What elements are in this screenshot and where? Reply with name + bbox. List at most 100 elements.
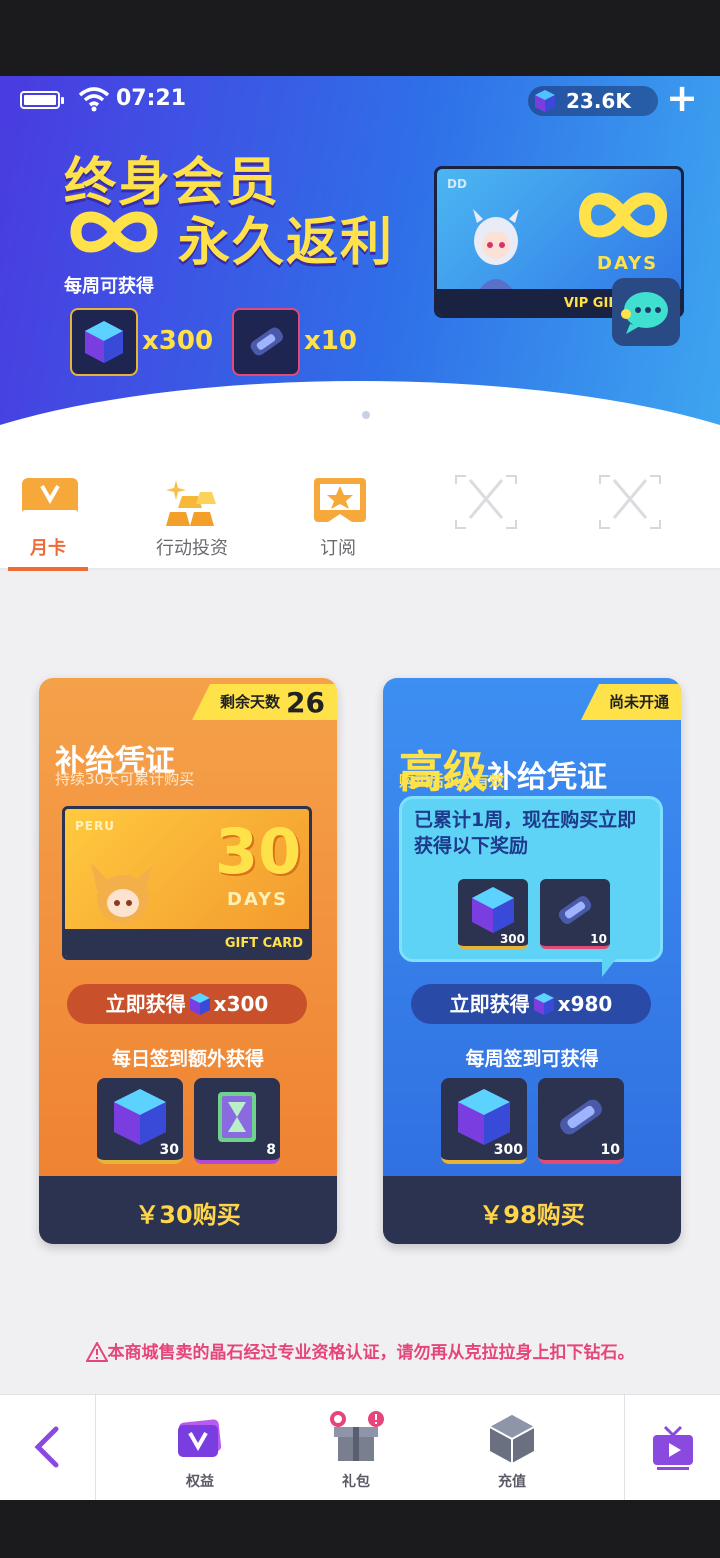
crystal-icon (189, 993, 210, 1015)
vip-benefits-icon (178, 1419, 222, 1457)
gift-card-corner: PERU (75, 819, 115, 833)
ticket-capsule-icon (250, 327, 283, 356)
hourglass-card-icon (218, 1092, 256, 1142)
chevron-left-icon (34, 1426, 59, 1468)
tab-label: 订阅 (320, 538, 356, 559)
instant-label: 立即获得 (105, 992, 186, 1016)
banner-crystal-count: x300 (142, 326, 214, 356)
wifi-icon (78, 87, 110, 112)
nav-label: 礼包 (342, 1474, 370, 1490)
card-corner-label: DD (447, 177, 467, 191)
reward-count: 300 (499, 932, 525, 946)
card-subtitle: 购买后永久有效 (399, 772, 505, 790)
crystal-icon (533, 993, 554, 1015)
banner-ticket-item (232, 308, 300, 376)
daily-reward-crystal[interactable]: 30 (97, 1078, 183, 1164)
crystal-cube-icon (458, 1089, 510, 1145)
bubble-text: 已累计1周，现在购买立即获得以下奖励 (414, 809, 637, 857)
banner-ticket-count: x10 (304, 326, 357, 356)
daily-bonus-label: 每日签到额外获得 (111, 1048, 264, 1070)
crystal-cube-icon (85, 321, 123, 363)
bubble-reward-crystal: 300 (458, 879, 528, 949)
back-button[interactable] (0, 1395, 96, 1500)
instant-reward-pill: 立即获得 x300 (67, 984, 307, 1024)
shop-tabs: 月卡 行动投资 订阅 (0, 464, 720, 571)
gift-box-icon (330, 1411, 384, 1461)
tab-action-investment[interactable]: 行动投资 (132, 464, 252, 570)
reward-count: 300 (493, 1142, 523, 1158)
instant-label: 立即获得 (449, 992, 530, 1016)
lifetime-vip-banner[interactable]: 07:21 23.6K + 终身会员 永久返利 每周可获得 x300 x10 D… (0, 76, 720, 466)
gold-bars-icon (166, 480, 216, 526)
tab-label: 月卡 (30, 538, 66, 559)
nav-label: 充值 (498, 1474, 526, 1490)
warning-icon (84, 1340, 109, 1362)
weekly-reward-crystal[interactable]: 300 (441, 1078, 527, 1164)
not-activated-badge: 尚未开通 (580, 684, 681, 720)
ticket-capsule-icon (558, 896, 592, 924)
accumulated-reward-bubble: 已累计1周，现在购买立即获得以下奖励 300 10 (399, 796, 663, 977)
premium-supply-card[interactable]: 尚未开通 高级补给凭证 购买后永久有效 已累计1周，现在购买立即获得以下奖励 3… (383, 678, 681, 1244)
currency-balance[interactable]: 23.6K (528, 86, 658, 116)
chat-bubble-icon (621, 292, 668, 334)
notice-text: 本商城售卖的晶石经过专业资格认证，请勿再从克拉拉身上扣下钻石。 (107, 1343, 635, 1363)
nav-recharge[interactable]: 充值 (462, 1403, 562, 1493)
tv-play-icon (653, 1425, 693, 1470)
clock: 07:21 (116, 86, 187, 111)
daily-reward-hourglass-card[interactable]: 8 (194, 1078, 280, 1164)
nav-label: 权益 (186, 1474, 214, 1490)
card-subtitle: 持续30天可累计购买 (55, 770, 195, 788)
tab-locked-1 (424, 464, 544, 570)
tab-locked-2 (568, 464, 688, 570)
crystal-cube-icon (472, 887, 514, 933)
carousel-indicator[interactable] (348, 404, 378, 419)
tab-label: 行动投资 (156, 538, 228, 559)
chat-assistant-button[interactable] (612, 278, 680, 346)
monthly-supply-card[interactable]: 剩余天数 26 补给凭证 持续30天可累计购买 PERU 30 DAYS GIFT… (39, 678, 337, 1244)
infinity-icon (70, 211, 158, 253)
instant-count: x300 (213, 992, 269, 1016)
character-illustration (473, 209, 519, 299)
nav-gift-pack[interactable]: 礼包 (306, 1403, 406, 1493)
banner-subtitle: 每周可获得 (64, 276, 154, 297)
weekly-bonus-label: 每周签到可获得 (465, 1048, 599, 1070)
crystal-icon (535, 90, 555, 112)
card-days-label: DAYS (597, 253, 659, 274)
currency-amount: 23.6K (566, 89, 631, 113)
nav-benefits[interactable]: 权益 (150, 1403, 250, 1493)
buy-premium-button[interactable]: ￥98购买 (383, 1195, 681, 1230)
status-bar: 07:21 23.6K + (0, 76, 720, 124)
bubble-reward-ticket: 10 (540, 879, 610, 949)
certification-notice: 本商城售卖的晶石经过专业资格认证，请勿再从克拉拉身上扣下钻石。 (0, 1338, 720, 1363)
gift-card-strip-label: GIFT CARD (224, 936, 303, 951)
buy-monthly-button[interactable]: ￥30购买 (39, 1195, 337, 1230)
tab-monthly-card[interactable]: 月卡 (0, 464, 108, 570)
buy-footer[interactable]: ￥30购买 (39, 1176, 337, 1244)
banner-crystal-item (70, 308, 138, 376)
instant-reward-pill: 立即获得 x980 (411, 984, 651, 1024)
battery-icon (20, 91, 64, 109)
no-info-placeholder-icon (455, 475, 517, 529)
weekly-reward-ticket[interactable]: 10 (538, 1078, 624, 1164)
reward-count: 30 (159, 1142, 179, 1158)
card-title-rest: 补给凭证 (487, 760, 607, 795)
reward-count: 10 (600, 1142, 620, 1158)
instant-count: x980 (557, 992, 613, 1016)
active-tab-indicator (8, 567, 88, 571)
gift-card-days-label: DAYS (227, 889, 289, 910)
tab-subscription[interactable]: 订阅 (278, 464, 398, 570)
remaining-days-badge: 剩余天数 26 (192, 684, 337, 720)
infinity-icon (578, 192, 668, 238)
ticket-capsule-icon (560, 1099, 602, 1135)
shop-screen: 07:21 23.6K + 终身会员 永久返利 每周可获得 x300 x10 D… (0, 76, 720, 1500)
subscription-star-icon (314, 478, 366, 522)
buy-footer[interactable]: ￥98购买 (383, 1176, 681, 1244)
remaining-days-label: 剩余天数 (220, 693, 281, 711)
crystal-cube-icon (114, 1089, 166, 1145)
cube-recharge-icon (489, 1415, 535, 1463)
video-button[interactable] (624, 1395, 720, 1500)
gift-card-days-number: 30 (215, 815, 302, 888)
remaining-days-value: 26 (286, 685, 325, 719)
no-info-placeholder-icon (599, 475, 661, 529)
add-currency-button[interactable]: + (664, 79, 700, 117)
